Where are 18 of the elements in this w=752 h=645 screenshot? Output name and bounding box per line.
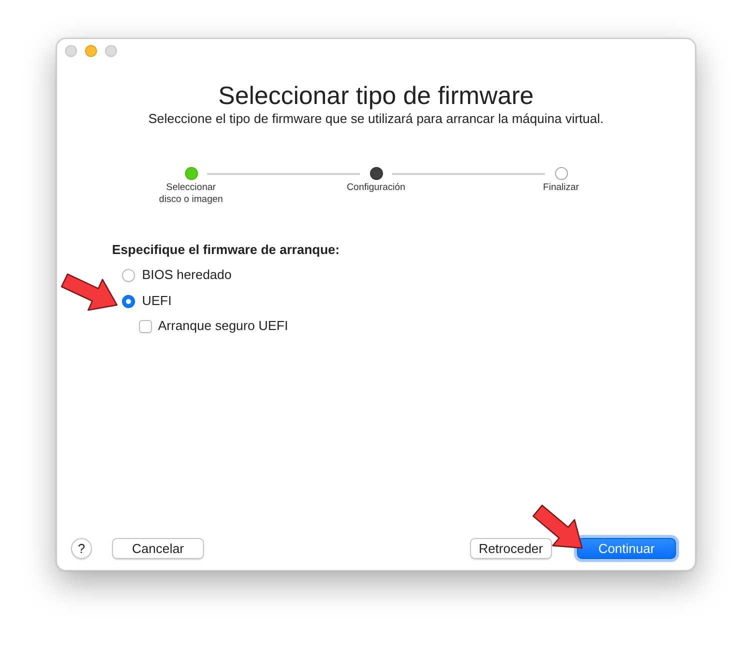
continue-button[interactable]: Continuar [577,538,676,559]
step-label: Finalizar [543,182,579,194]
checkbox[interactable] [139,320,152,332]
annotation-arrow [58,272,120,314]
dialog-title: Seleccionar tipo de firmware [218,81,534,111]
help-button[interactable]: ? [71,538,92,559]
dialog-button[interactable]: Cancelar [112,538,204,559]
minimize-button[interactable] [85,45,97,57]
checkbox-label[interactable]: Arranque seguro UEFI [158,318,288,334]
radio-button[interactable] [122,268,135,282]
dialog-button[interactable]: Retroceder [470,538,552,559]
dialog-subtitle: Seleccione el tipo de firmware que se utilizará para arrancar la máquina virtual. [148,111,604,127]
step-label: Configuración [346,182,406,194]
radio-label[interactable]: BIOS heredado [142,267,232,283]
radio-button[interactable] [122,294,135,308]
radio-label[interactable]: UEFI [142,293,172,309]
step-label: Seleccionar disco o imagen [158,182,224,206]
section-heading: Especifique el firmware de arranque: [112,242,340,258]
